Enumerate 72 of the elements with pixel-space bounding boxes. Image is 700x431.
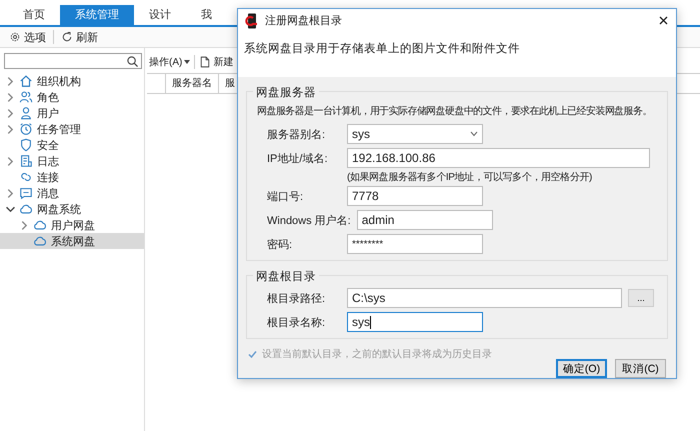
message-icon xyxy=(19,186,33,200)
checkbox-label: 设置当前默认目录，之前的默认目录将成为历史目录 xyxy=(262,348,492,361)
description-text: 网盘服务器是一台计算机，用于实际存储网盘硬盘中的文件，要求在此机上已经安装网盘服务。 xyxy=(257,104,653,118)
document-icon xyxy=(19,154,33,168)
group-title: 网盘服务器 xyxy=(253,85,319,100)
input-field[interactable]: ******** xyxy=(347,234,483,254)
chevron-right-icon[interactable] xyxy=(6,108,15,118)
app-logo-icon xyxy=(244,12,260,29)
field-label: 密码: xyxy=(267,238,294,252)
tab[interactable]: 我 xyxy=(186,5,227,25)
tree-item[interactable]: 用户网盘 xyxy=(0,217,144,233)
tree-item[interactable]: 角色 xyxy=(0,89,144,105)
close-icon[interactable] xyxy=(659,16,668,26)
chevron-right-icon[interactable] xyxy=(6,124,15,134)
search-field[interactable] xyxy=(4,53,142,69)
shield-icon xyxy=(19,138,33,152)
document-icon xyxy=(199,56,212,68)
toolbar-button[interactable]: 新建 xyxy=(198,54,234,70)
dialog-title: 注册网盘根目录 xyxy=(265,14,343,28)
cloud-icon xyxy=(33,234,47,248)
input-field[interactable]: C:\sys xyxy=(347,288,622,308)
chevron-right-icon[interactable] xyxy=(6,76,15,86)
dialog-button[interactable]: 取消(C) xyxy=(615,359,666,378)
tree-item[interactable]: 用户 xyxy=(0,105,144,121)
settings-icon xyxy=(9,31,21,43)
toolbar-button[interactable]: 操作(A) xyxy=(148,54,192,70)
caret-icon xyxy=(184,60,190,64)
chevron-right-icon[interactable] xyxy=(20,220,29,230)
refresh-icon xyxy=(61,31,73,43)
dropdown[interactable]: sys xyxy=(347,124,483,144)
input-field[interactable]: sys xyxy=(347,312,483,332)
chevron-right-icon[interactable] xyxy=(6,156,15,166)
tab[interactable]: 系统管理 xyxy=(60,5,134,25)
input-field[interactable]: 7778 xyxy=(347,186,483,206)
tree-item[interactable]: 消息 xyxy=(0,185,144,201)
tree-item[interactable]: 连接 xyxy=(0,169,144,185)
alarm-clock-icon xyxy=(19,122,33,136)
dialog-button[interactable]: 确定(O) xyxy=(556,359,607,378)
tree-item[interactable]: 日志 xyxy=(0,153,144,169)
chevron-right-icon[interactable] xyxy=(6,92,15,102)
toolbar-button[interactable]: 刷新 xyxy=(58,28,101,46)
search-icon xyxy=(127,56,138,66)
field-label: 根目录名称: xyxy=(267,316,326,330)
home-icon xyxy=(19,74,33,88)
cloud-icon xyxy=(33,218,47,232)
link-icon xyxy=(19,170,33,184)
tree-item[interactable]: 安全 xyxy=(0,137,144,153)
tab[interactable]: 首页 xyxy=(8,5,60,25)
tree-item[interactable]: 网盘系统 xyxy=(0,201,144,217)
tree-item[interactable]: 任务管理 xyxy=(0,121,144,137)
people-icon xyxy=(19,90,33,104)
tree-item[interactable]: 系统网盘 xyxy=(0,233,144,249)
field-label: IP地址/域名: xyxy=(267,152,329,166)
toolbar-button[interactable]: 选项 xyxy=(6,28,49,46)
field-label: 根目录路径: xyxy=(267,292,326,306)
cloud-icon xyxy=(19,202,33,216)
field-label: Windows 用户名: xyxy=(267,214,351,228)
tab[interactable]: 设计 xyxy=(134,5,186,25)
input-field[interactable]: 192.168.100.86 xyxy=(347,148,650,168)
chevron-down-icon xyxy=(470,131,478,137)
field-label: 服务器别名: xyxy=(267,128,326,142)
column-header[interactable]: 服务器名 xyxy=(166,74,219,93)
chevron-down-icon[interactable] xyxy=(6,204,15,214)
browse-button[interactable]: ... xyxy=(628,289,654,307)
input-field[interactable]: admin xyxy=(356,210,493,230)
description-text: 系统网盘目录用于存储表单上的图片文件和附件文件 xyxy=(238,32,676,77)
hint-text: (如果网盘服务器有多个IP地址，可以写多个，用空格分开) xyxy=(346,170,593,184)
chevron-right-icon[interactable] xyxy=(6,188,15,198)
tree-item[interactable]: 组织机构 xyxy=(0,73,144,89)
field-label: 端口号: xyxy=(267,190,304,204)
group-title: 网盘根目录 xyxy=(253,269,319,284)
person-icon xyxy=(19,106,33,120)
